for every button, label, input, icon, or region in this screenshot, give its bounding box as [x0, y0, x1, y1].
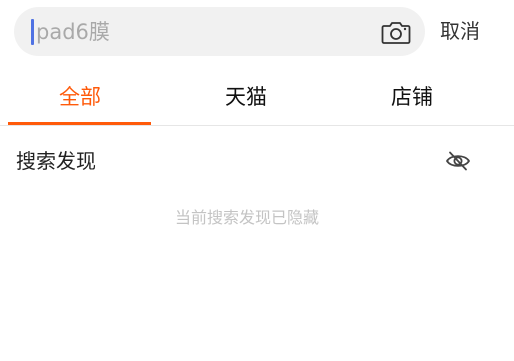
- cancel-button[interactable]: 取消: [440, 17, 480, 45]
- text-cursor: [31, 19, 34, 45]
- active-tab-indicator: [8, 122, 151, 125]
- tab-all[interactable]: 全部: [44, 82, 116, 112]
- search-input[interactable]: pad6膜: [14, 7, 425, 56]
- discover-hidden-message: 当前搜索发现已隐藏: [174, 208, 319, 227]
- eye-off-icon[interactable]: [444, 148, 472, 174]
- tab-shops[interactable]: 店铺: [376, 82, 448, 112]
- discover-title: 搜索发现: [16, 149, 96, 173]
- tab-tmall[interactable]: 天猫: [210, 82, 282, 112]
- camera-icon[interactable]: [380, 17, 412, 47]
- search-placeholder: pad6膜: [36, 20, 110, 44]
- tab-bar: 全部 天猫 店铺: [0, 70, 514, 126]
- search-header: pad6膜 取消: [0, 0, 514, 66]
